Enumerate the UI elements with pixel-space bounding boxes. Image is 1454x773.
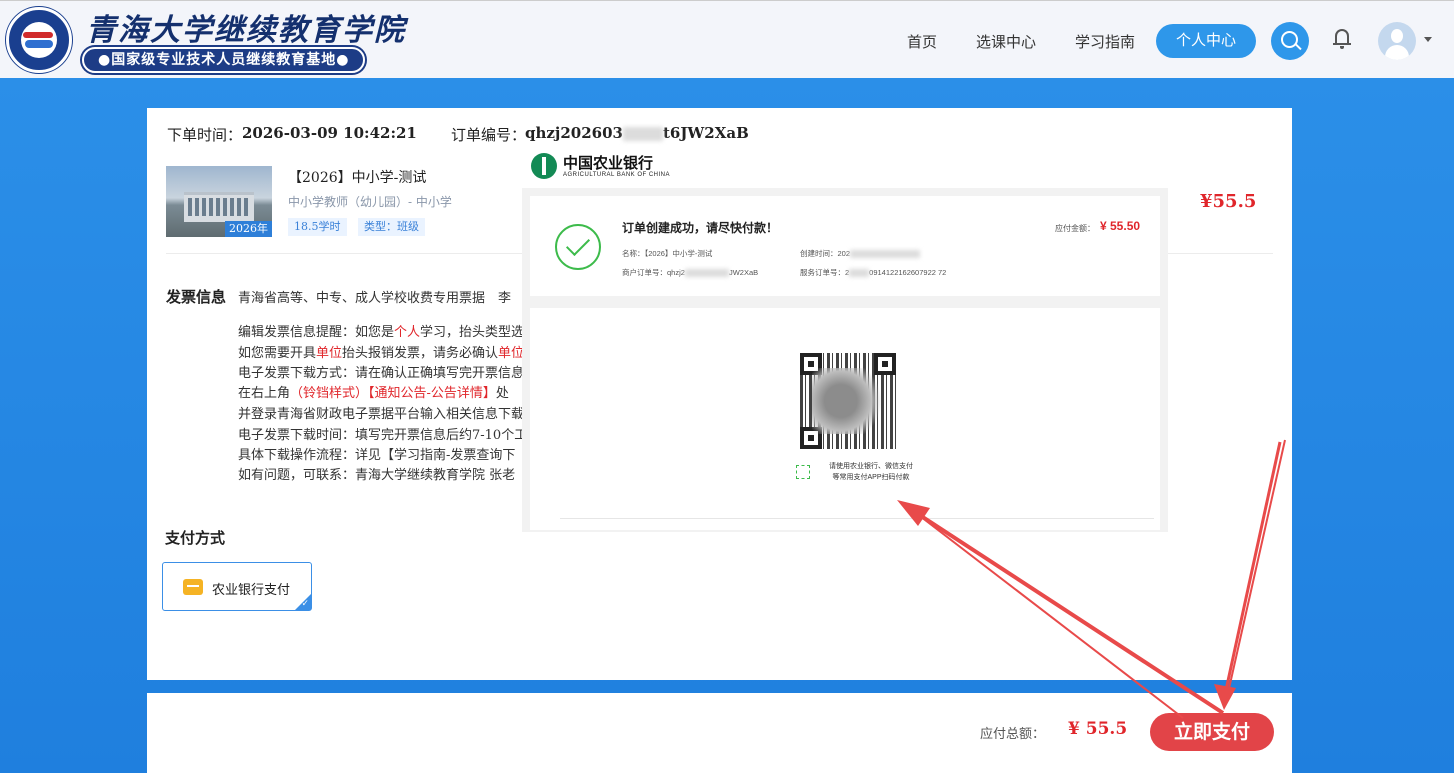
nav-study-guide[interactable]: 学习指南 bbox=[1075, 31, 1135, 52]
redacted-patch bbox=[849, 269, 870, 278]
service-order-suffix: 0914122162607922 72 bbox=[869, 268, 947, 277]
invoice-note: 在右上角（铃铛样式）【通知公告-公告详情】处 bbox=[238, 382, 509, 401]
search-handle bbox=[1295, 43, 1302, 51]
invoice-note: 编辑发票信息提醒：如您是个人学习，抬头类型选 bbox=[238, 321, 524, 340]
course-type-badge: 类型：班级 bbox=[358, 218, 425, 236]
invoice-note: 电子发票下载时间：填写完开票信息后约7-10个工 bbox=[238, 428, 528, 443]
invoice-label: 发票信息 bbox=[166, 288, 227, 306]
invoice-value: 青海省高等、中专、成人学校收费专用票据 李 bbox=[238, 291, 512, 306]
abc-bank-name-en: AGRICULTURAL BANK OF CHINA bbox=[563, 172, 671, 178]
created-time-prefix: 创建时间：202 bbox=[800, 249, 851, 258]
invoice-note: 具体下载操作流程：详见【学习指南-发票查询下 bbox=[238, 448, 516, 463]
total-label: 应付总额： bbox=[980, 727, 1046, 742]
check-icon: ✓ bbox=[301, 599, 309, 609]
bell-dome bbox=[1335, 29, 1349, 44]
thumbnail-windows bbox=[188, 198, 250, 216]
total-value: ¥ 55.5 bbox=[1068, 719, 1128, 739]
nav-course-center[interactable]: 选课中心 bbox=[976, 31, 1036, 52]
merchant-order-suffix: JW2XaB bbox=[728, 268, 759, 277]
course-hours-badge: 18.5学时 bbox=[288, 218, 347, 236]
abc-bank-name: 中国农业银行 bbox=[563, 154, 654, 172]
abc-qr-area: 请使用农业银行、微信支付 等常用支付APP扫码付款 bbox=[530, 308, 1160, 530]
redacted-patch bbox=[850, 250, 921, 259]
abc-amount-label: 应付金额： bbox=[1055, 224, 1095, 233]
abc-service-order: 服务订单号：2 0914122162607922 72 bbox=[800, 267, 946, 278]
note-text: 编辑发票信息提醒：如您是 bbox=[238, 325, 395, 340]
order-number-label: 订单编号： bbox=[451, 126, 527, 144]
success-check-icon bbox=[555, 224, 601, 270]
abc-amount-value: ¥ 55.50 bbox=[1100, 219, 1141, 233]
scan-line-1: 请使用农业银行、微信支付 bbox=[829, 463, 913, 470]
note-highlight: 单位 bbox=[498, 346, 525, 361]
note-highlight: 单位 bbox=[316, 346, 343, 361]
order-number-prefix: qhzj202603 bbox=[525, 124, 623, 142]
note-text: 如您需要开具 bbox=[238, 346, 317, 361]
invoice-note: 并登录青海省财政电子票据平台输入相关信息下载 bbox=[238, 407, 525, 422]
order-number-suffix: t6JW2XaB bbox=[662, 124, 749, 142]
abc-created-time: 创建时间：202 bbox=[800, 248, 921, 259]
invoice-note: 如您需要开具单位抬头报销发票，请务必确认单位 bbox=[238, 342, 524, 361]
note-text: 处 bbox=[495, 386, 509, 401]
avatar[interactable] bbox=[1378, 22, 1416, 60]
abc-merchant-order: 商户订单号：qhzj2 JW2XaB bbox=[622, 267, 758, 278]
avatar-head bbox=[1391, 29, 1403, 43]
abc-divider bbox=[560, 518, 1154, 519]
payment-method-label: 支付方式 bbox=[165, 529, 226, 547]
order-time-value: 2026-03-09 10:42:21 bbox=[242, 124, 417, 142]
nav-home[interactable]: 首页 bbox=[907, 31, 937, 52]
bell-clapper bbox=[1340, 46, 1344, 49]
redacted-patch bbox=[684, 269, 729, 278]
abc-pay-option[interactable]: 农业银行支付 ✓ bbox=[162, 562, 312, 611]
avatar-body bbox=[1385, 45, 1409, 60]
logo-wave-red bbox=[23, 32, 53, 38]
chevron-down-icon[interactable] bbox=[1424, 37, 1432, 42]
note-text: 在右上角 bbox=[238, 386, 291, 401]
service-order-prefix: 服务订单号：2 bbox=[800, 268, 850, 277]
site-title: 青海大学继续教育学院 bbox=[86, 13, 406, 48]
pay-option-label: 农业银行支付 bbox=[212, 583, 291, 598]
order-time-label: 下单时间： bbox=[167, 126, 243, 144]
merchant-order-prefix: 商户订单号：qhzj2 bbox=[622, 268, 685, 277]
note-highlight: 个人 bbox=[394, 325, 421, 340]
check-mark bbox=[565, 231, 591, 257]
course-price: ¥55.5 bbox=[1200, 191, 1257, 212]
qr-redaction bbox=[812, 368, 884, 434]
nav-personal-center[interactable]: 个人中心 bbox=[1156, 24, 1256, 58]
note-text: 学习，抬头类型选 bbox=[420, 325, 525, 340]
scan-icon bbox=[796, 465, 810, 479]
abc-order-name: 名称：【2026】中小学-测试 bbox=[622, 249, 713, 258]
top-header: 青海大学继续教育学院 ●国家级专业技术人员继续教育基地● 首页 选课中心 学习指… bbox=[0, 0, 1454, 78]
course-year-tag: 2026年 bbox=[225, 221, 272, 237]
order-number-value: qhzj202603 t6JW2XaB bbox=[525, 124, 749, 142]
scan-line-2: 等常用支付APP扫码付款 bbox=[832, 474, 910, 481]
abc-logo-icon bbox=[531, 153, 557, 179]
abc-order-info: 订单创建成功，请尽快付款！ 名称：【2026】中小学-测试 商户订单号：qhzj… bbox=[530, 196, 1160, 296]
bell-icon[interactable] bbox=[1333, 29, 1351, 49]
university-logo[interactable] bbox=[6, 7, 72, 73]
note-highlight[interactable]: （铃铛样式）【通知公告-公告详情】 bbox=[290, 386, 496, 401]
redacted-patch bbox=[622, 127, 663, 141]
logo-wave-blue bbox=[25, 40, 53, 48]
course-thumbnail[interactable]: 2026年 bbox=[166, 166, 272, 237]
note-text: 抬头报销发票，请务必确认 bbox=[342, 346, 499, 361]
abc-payment-panel: 中国农业银行 AGRICULTURAL BANK OF CHINA 订单创建成功… bbox=[522, 146, 1168, 532]
abc-success-message: 订单创建成功，请尽快付款！ bbox=[622, 221, 779, 235]
search-icon[interactable] bbox=[1271, 22, 1309, 60]
course-meta: 中小学教师（幼儿园）- 中小学 bbox=[288, 195, 452, 209]
wallet-icon bbox=[183, 579, 203, 595]
course-title[interactable]: 【2026】中小学-测试 bbox=[288, 167, 426, 187]
bell-base bbox=[1333, 43, 1351, 45]
abc-header: 中国农业银行 AGRICULTURAL BANK OF CHINA bbox=[522, 146, 1168, 188]
invoice-note: 如有问题，可联系：青海大学继续教育学院 张老 bbox=[238, 468, 516, 483]
invoice-note: 电子发票下载方式：请在确认正确填写完开票信息 bbox=[238, 366, 525, 381]
scan-instructions: 请使用农业银行、微信支付 等常用支付APP扫码付款 bbox=[816, 461, 926, 483]
pay-now-button[interactable]: 立即支付 bbox=[1150, 713, 1274, 751]
site-subtitle: ●国家级专业技术人员继续教育基地● bbox=[82, 47, 366, 73]
